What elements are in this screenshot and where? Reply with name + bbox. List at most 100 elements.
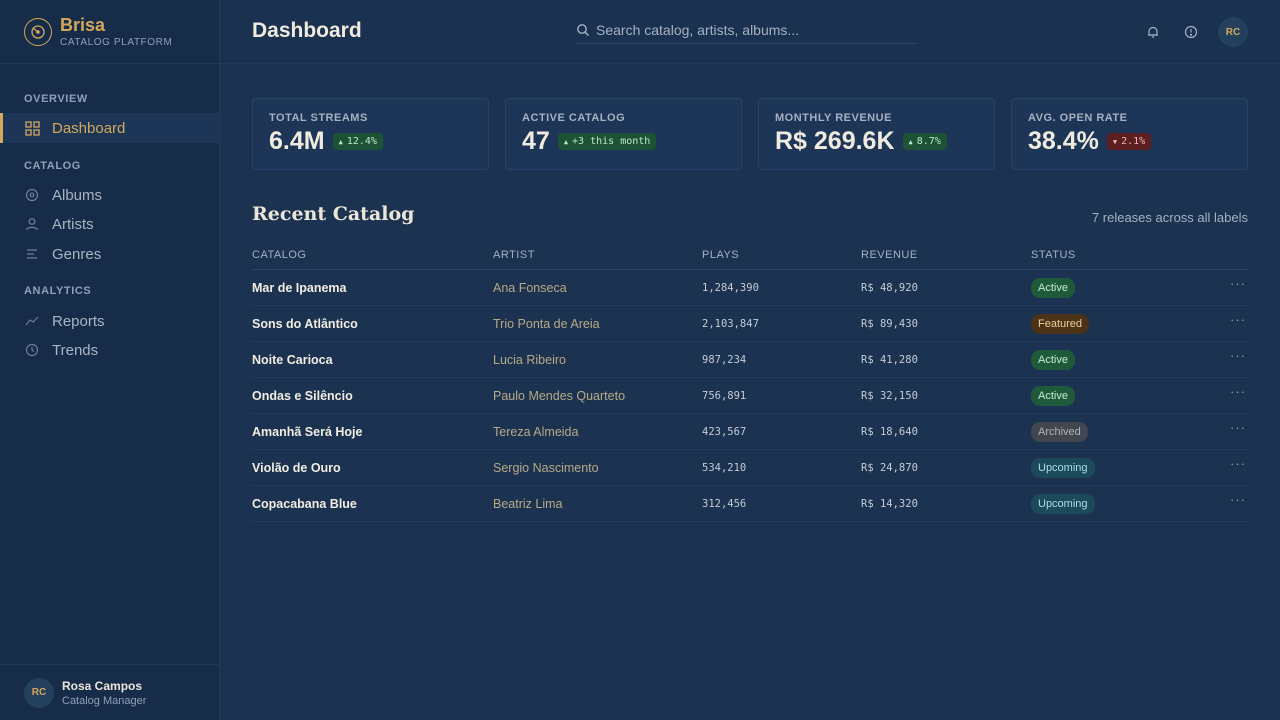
- status-badge: Active: [1031, 386, 1075, 406]
- nav-section-overview: OVERVIEW: [24, 93, 88, 105]
- stat-label: TOTAL STREAMS: [269, 112, 368, 124]
- artist-name[interactable]: Ana Fonseca: [493, 281, 567, 295]
- artist-name[interactable]: Lucia Ribeiro: [493, 353, 566, 367]
- brand[interactable]: Brisa CATALOG PLATFORM: [0, 0, 219, 64]
- table-row[interactable]: Sons do Atlântico Trio Ponta de Areia 2,10…: [252, 306, 1248, 342]
- table-row[interactable]: Copacabana Blue Beatriz Lima 312,456 R$ 14,…: [252, 486, 1248, 522]
- column-header-plays[interactable]: PLAYS: [702, 249, 739, 261]
- user-name: Rosa Campos: [62, 678, 143, 693]
- artist-name[interactable]: Beatriz Lima: [493, 497, 562, 511]
- status-badge: Upcoming: [1031, 458, 1095, 478]
- stat-label: ACTIVE CATALOG: [522, 112, 626, 124]
- stat-card-revenue[interactable]: MONTHLY REVENUE R$ 269.6K ▲ 8.7%: [758, 98, 995, 170]
- more-options-icon[interactable]: ···: [1230, 348, 1246, 363]
- sidebar-item-reports[interactable]: Reports: [0, 306, 219, 336]
- catalog-name[interactable]: Mar de Ipanema: [252, 281, 346, 295]
- table-row[interactable]: Mar de Ipanema Ana Fonseca 1,284,390 R$ 48,…: [252, 270, 1248, 306]
- nav-section-analytics: ANALYTICS: [24, 285, 92, 297]
- plays-value: 312,456: [702, 498, 747, 510]
- more-options-icon[interactable]: ···: [1230, 384, 1246, 399]
- plays-value: 1,284,390: [702, 282, 759, 294]
- revenue-value: R$ 89,430: [861, 318, 918, 330]
- sidebar-item-albums[interactable]: Albums: [0, 180, 219, 210]
- bell-icon[interactable]: [1145, 24, 1161, 40]
- more-options-icon[interactable]: ···: [1230, 420, 1246, 435]
- sidebar-item-trends[interactable]: Trends: [0, 335, 219, 365]
- person-icon: [24, 216, 40, 232]
- user-profile[interactable]: RC Rosa Campos Catalog Manager: [0, 664, 219, 720]
- column-header-catalog[interactable]: CATALOG: [252, 249, 306, 261]
- stat-label: MONTHLY REVENUE: [775, 112, 892, 124]
- column-header-artist[interactable]: ARTIST: [493, 249, 535, 261]
- sidebar-item-label: Albums: [52, 186, 103, 204]
- revenue-value: R$ 41,280: [861, 354, 918, 366]
- section-meta: 7 releases across all labels: [1091, 210, 1248, 225]
- more-options-icon[interactable]: ···: [1230, 276, 1246, 291]
- more-options-icon[interactable]: ···: [1230, 456, 1246, 471]
- info-icon[interactable]: [1183, 24, 1199, 40]
- plays-value: 2,103,847: [702, 318, 759, 330]
- plays-value: 987,234: [702, 354, 747, 366]
- plays-value: 756,891: [702, 390, 747, 402]
- disc-logo-icon: [24, 17, 52, 46]
- catalog-name[interactable]: Noite Carioca: [252, 353, 333, 367]
- delta-badge: ▲ +3 this month: [557, 133, 657, 150]
- arrow-up-icon: ▲: [563, 137, 569, 146]
- disc-icon: [24, 187, 40, 203]
- arrow-up-icon: ▲: [908, 137, 913, 146]
- brand-name: Brisa: [60, 14, 106, 35]
- more-options-icon[interactable]: ···: [1230, 492, 1246, 507]
- sidebar-item-label: Reports: [52, 312, 105, 330]
- stats-row: TOTAL STREAMS 6.4M ▲ 12.4% ACTIVE CATALOG…: [252, 98, 1248, 170]
- stat-card-streams[interactable]: TOTAL STREAMS 6.4M ▲ 12.4%: [252, 98, 489, 170]
- table-row[interactable]: Amanhã Será Hoje Tereza Almeida 423,567 R$ …: [252, 414, 1248, 450]
- revenue-value: R$ 32,150: [861, 390, 918, 402]
- catalog-name[interactable]: Amanhã Será Hoje: [252, 425, 362, 439]
- column-header-status[interactable]: STATUS: [1031, 249, 1076, 261]
- delta-text: 2.1%: [1121, 136, 1146, 147]
- more-options-icon[interactable]: ···: [1230, 312, 1246, 327]
- list-icon: [24, 246, 40, 262]
- stat-value: 6.4M: [269, 127, 325, 155]
- delta-text: +3 this month: [572, 136, 651, 147]
- table-header: CATALOG ARTIST PLAYS REVENUE STATUS: [252, 240, 1248, 270]
- revenue-value: R$ 18,640: [861, 426, 918, 438]
- artist-name[interactable]: Tereza Almeida: [493, 425, 578, 439]
- status-badge: Archived: [1031, 422, 1088, 442]
- avatar: RC: [24, 677, 54, 708]
- sidebar-item-label: Trends: [52, 341, 99, 359]
- sidebar-item-label: Genres: [52, 245, 102, 263]
- search-input[interactable]: [596, 21, 906, 38]
- section-title: Recent Catalog: [252, 203, 415, 225]
- stat-value: R$ 269.6K: [775, 127, 895, 155]
- artist-name[interactable]: Sergio Nascimento: [493, 461, 599, 475]
- catalog-name[interactable]: Violão de Ouro: [252, 461, 341, 475]
- catalog-name[interactable]: Sons do Atlântico: [252, 317, 358, 331]
- table-row[interactable]: Noite Carioca Lucia Ribeiro 987,234 R$ 41,2…: [252, 342, 1248, 378]
- table-body: Mar de Ipanema Ana Fonseca 1,284,390 R$ 48,…: [252, 270, 1248, 522]
- column-header-revenue[interactable]: REVENUE: [861, 249, 918, 261]
- plays-value: 534,210: [702, 462, 747, 474]
- status-badge: Active: [1031, 278, 1075, 298]
- plays-value: 423,567: [702, 426, 747, 438]
- search-bar[interactable]: [576, 16, 916, 44]
- catalog-name[interactable]: Copacabana Blue: [252, 497, 357, 511]
- sidebar-item-genres[interactable]: Genres: [0, 239, 219, 269]
- sidebar-item-label: Artists: [52, 215, 94, 233]
- artist-name[interactable]: Trio Ponta de Areia: [493, 317, 600, 331]
- status-badge: Upcoming: [1031, 494, 1095, 514]
- artist-name[interactable]: Paulo Mendes Quarteto: [493, 389, 625, 403]
- stat-card-open-rate[interactable]: AVG. OPEN RATE 38.4% ▼ 2.1%: [1011, 98, 1248, 170]
- stat-card-catalog[interactable]: ACTIVE CATALOG 47 ▲ +3 this month: [505, 98, 742, 170]
- sidebar-item-artists[interactable]: Artists: [0, 209, 219, 239]
- user-avatar-button[interactable]: RC: [1218, 17, 1248, 47]
- table-row[interactable]: Ondas e Silêncio Paulo Mendes Quarteto 756…: [252, 378, 1248, 414]
- sidebar-item-dashboard[interactable]: Dashboard: [0, 113, 219, 143]
- delta-badge: ▼ 2.1%: [1106, 133, 1152, 150]
- delta-text: 8.7%: [916, 136, 941, 147]
- status-badge: Featured: [1031, 314, 1090, 334]
- catalog-name[interactable]: Ondas e Silêncio: [252, 389, 353, 403]
- page-title: Dashboard: [252, 19, 362, 42]
- brand-subtitle: CATALOG PLATFORM: [60, 36, 173, 48]
- table-row[interactable]: Violão de Ouro Sergio Nascimento 534,210 R$…: [252, 450, 1248, 486]
